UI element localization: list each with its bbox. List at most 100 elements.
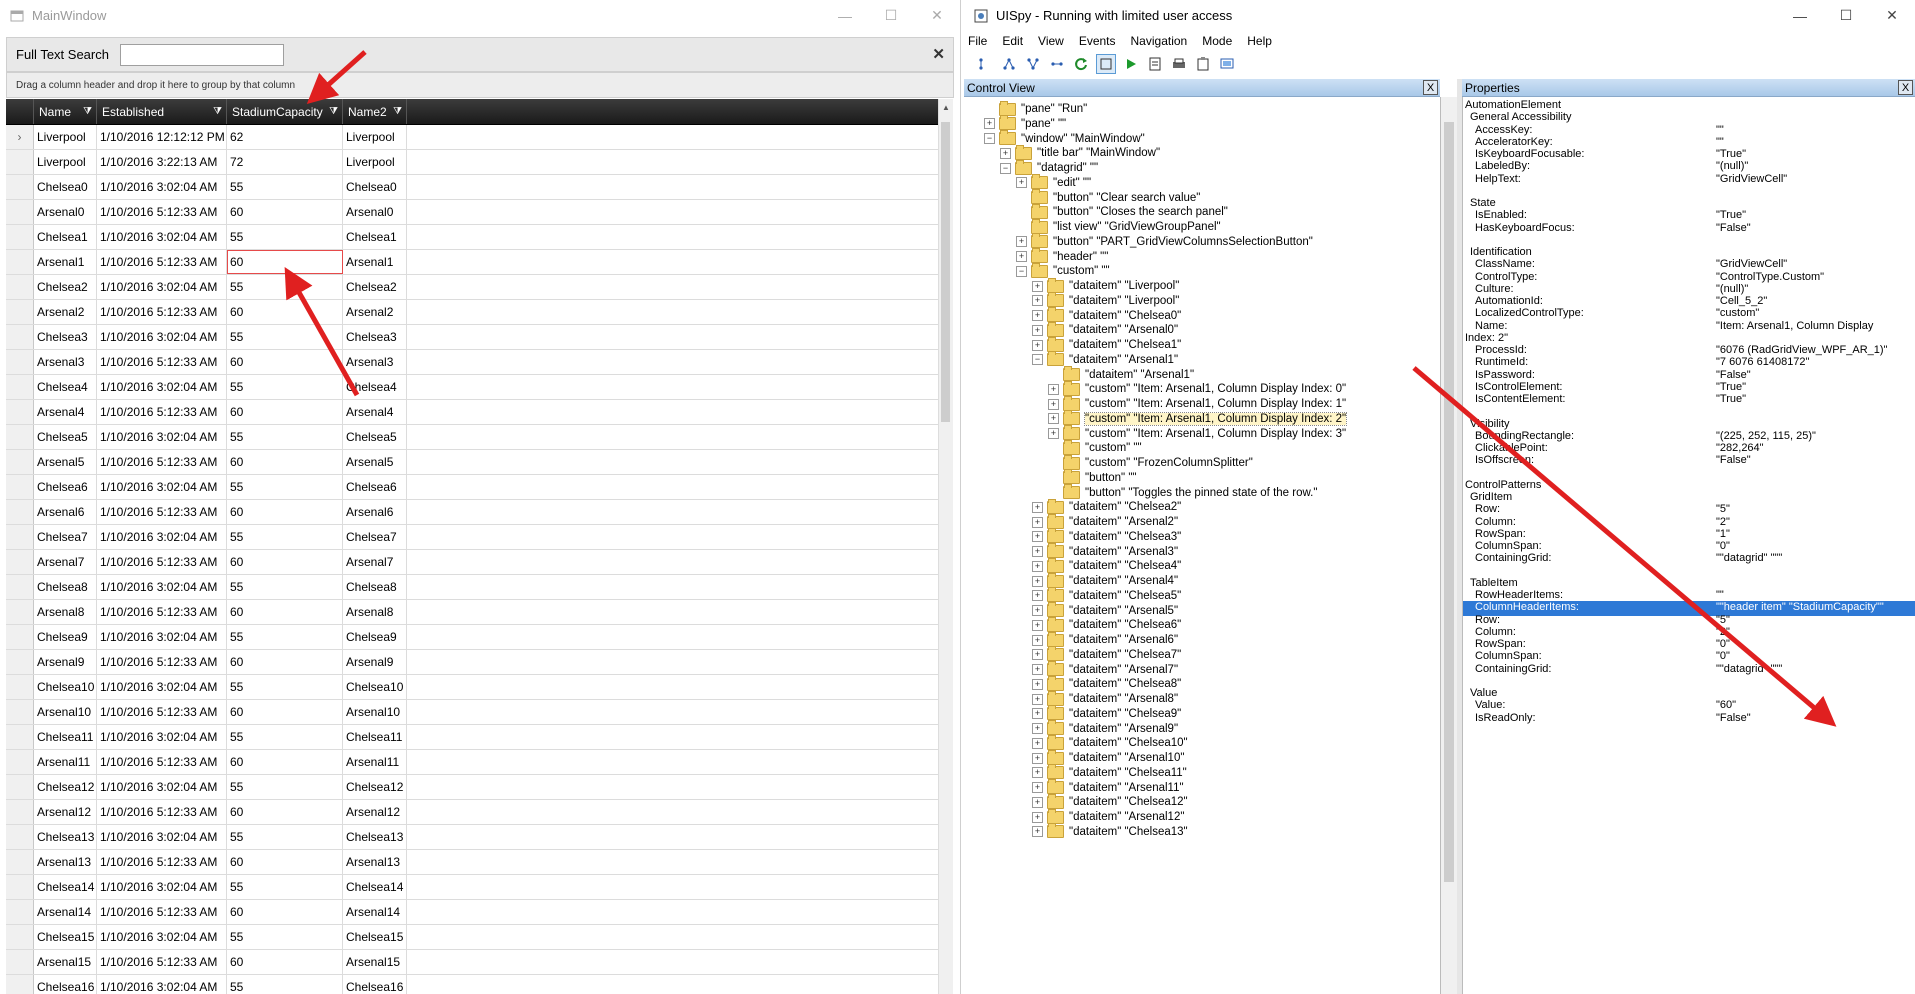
close-button[interactable]: ✕: [914, 0, 960, 31]
cell-stadiumcapacity[interactable]: 55: [227, 625, 343, 649]
properties-panel[interactable]: AutomationElement General Accessibility Ac…: [1462, 97, 1915, 994]
row-indicator[interactable]: [6, 650, 34, 674]
cell-established[interactable]: 1/10/2016 5:12:33 AM: [97, 650, 227, 674]
cell-stadiumcapacity[interactable]: 60: [227, 400, 343, 424]
tree-node-label[interactable]: "dataitem" "Chelsea3": [1069, 531, 1181, 543]
tree-node-label[interactable]: "edit" "": [1053, 177, 1091, 189]
cell-name2[interactable]: Arsenal5: [343, 450, 407, 474]
tree-node-label[interactable]: "custom" "Item: Arsenal1, Column Display…: [1083, 411, 1348, 426]
collapse-icon[interactable]: −: [1032, 354, 1043, 366]
table-row[interactable]: Chelsea12 1/10/2016 3:02:04 AM 55 Chelsea12: [6, 775, 938, 800]
cell-name2[interactable]: Chelsea3: [343, 325, 407, 349]
table-row[interactable]: Chelsea9 1/10/2016 3:02:04 AM 55 Chelsea9: [6, 625, 938, 650]
expand-icon[interactable]: +: [1032, 752, 1043, 764]
expand-icon[interactable]: +: [1032, 546, 1043, 557]
cell-established[interactable]: 1/10/2016 5:12:33 AM: [97, 750, 227, 774]
highlight-icon[interactable]: [1096, 53, 1116, 74]
expand-icon[interactable]: +: [1032, 310, 1043, 321]
cell-established[interactable]: 1/10/2016 3:02:04 AM: [97, 275, 227, 299]
table-row[interactable]: Chelsea8 1/10/2016 3:02:04 AM 55 Chelsea8: [6, 575, 938, 600]
expand-icon[interactable]: +: [1032, 560, 1043, 572]
row-indicator[interactable]: [6, 925, 34, 949]
tree-node-label[interactable]: "dataitem" "Chelsea11": [1069, 767, 1187, 779]
cell-name[interactable]: Arsenal5: [34, 450, 97, 474]
expand-icon[interactable]: +: [1032, 811, 1043, 823]
cell-name[interactable]: Chelsea13: [34, 825, 97, 849]
screenshot-icon[interactable]: [1218, 55, 1236, 73]
cell-established[interactable]: 1/10/2016 5:12:33 AM: [97, 850, 227, 874]
table-row[interactable]: Arsenal10 1/10/2016 5:12:33 AM 60 Arsenal10: [6, 700, 938, 725]
clipboard-icon[interactable]: [1194, 55, 1212, 73]
cell-name[interactable]: Arsenal14: [34, 900, 97, 924]
tree-node-label[interactable]: "custom" "FrozenColumnSplitter": [1085, 457, 1253, 469]
cell-stadiumcapacity[interactable]: 55: [227, 675, 343, 699]
cell-name2[interactable]: Liverpool: [343, 150, 407, 174]
tree-node-label[interactable]: "dataitem" "Arsenal1": [1069, 354, 1178, 366]
expand-icon[interactable]: +: [1000, 147, 1011, 159]
row-indicator[interactable]: [6, 400, 34, 424]
cell-name[interactable]: Chelsea8: [34, 575, 97, 599]
close-properties-button[interactable]: X: [1898, 80, 1913, 95]
tree-nodes-icon[interactable]: [1000, 55, 1018, 73]
tree-node-label[interactable]: "window" "MainWindow": [1021, 133, 1145, 145]
cell-name2[interactable]: Chelsea14: [343, 875, 407, 899]
table-row[interactable]: Arsenal11 1/10/2016 5:12:33 AM 60 Arsenal11: [6, 750, 938, 775]
cell-name[interactable]: Arsenal6: [34, 500, 97, 524]
expand-icon[interactable]: +: [1032, 501, 1043, 513]
row-indicator[interactable]: [6, 600, 34, 624]
cell-name[interactable]: Arsenal8: [34, 600, 97, 624]
expand-icon[interactable]: +: [1048, 383, 1059, 395]
expand-icon[interactable]: +: [1032, 826, 1043, 838]
row-indicator[interactable]: [6, 375, 34, 399]
minimize-button[interactable]: —: [822, 0, 868, 31]
tree-node-label[interactable]: "dataitem" "Liverpool": [1069, 280, 1179, 292]
table-row[interactable]: Chelsea0 1/10/2016 3:02:04 AM 55 Chelsea0: [6, 175, 938, 200]
row-indicator[interactable]: [6, 550, 34, 574]
menu-events[interactable]: Events: [1079, 34, 1116, 48]
menu-edit[interactable]: Edit: [1002, 34, 1023, 48]
table-row[interactable]: Chelsea1 1/10/2016 3:02:04 AM 55 Chelsea1: [6, 225, 938, 250]
cell-established[interactable]: 1/10/2016 5:12:33 AM: [97, 500, 227, 524]
cell-stadiumcapacity[interactable]: 55: [227, 225, 343, 249]
row-indicator[interactable]: ›: [6, 125, 34, 149]
row-indicator[interactable]: [6, 350, 34, 374]
cell-name[interactable]: Chelsea7: [34, 525, 97, 549]
play-icon[interactable]: [1122, 55, 1140, 73]
data-grid[interactable]: Name ⧩ Established ⧩ StadiumCapacity ⧩ Name…: [6, 99, 938, 994]
menu-file[interactable]: File: [968, 34, 987, 48]
expand-icon[interactable]: +: [1048, 398, 1059, 410]
menu-navigation[interactable]: Navigation: [1131, 34, 1188, 48]
cell-name[interactable]: Liverpool: [34, 125, 97, 149]
cell-established[interactable]: 1/10/2016 3:02:04 AM: [97, 825, 227, 849]
row-indicator[interactable]: [6, 500, 34, 524]
cell-stadiumcapacity[interactable]: 60: [227, 750, 343, 774]
expand-icon[interactable]: +: [1032, 664, 1043, 675]
tree-node-label[interactable]: "custom" "": [1053, 265, 1110, 277]
tree-node-label[interactable]: "dataitem" "Arsenal5": [1069, 605, 1178, 617]
row-indicator[interactable]: [6, 225, 34, 249]
cell-name2[interactable]: Arsenal2: [343, 300, 407, 324]
tree-node-label[interactable]: "dataitem" "Arsenal7": [1069, 664, 1178, 676]
cell-name[interactable]: Chelsea14: [34, 875, 97, 899]
cell-name2[interactable]: Arsenal1: [343, 250, 407, 274]
cell-stadiumcapacity[interactable]: 55: [227, 275, 343, 299]
refresh-icon[interactable]: [1072, 55, 1090, 73]
row-indicator[interactable]: [6, 425, 34, 449]
cell-name[interactable]: Chelsea2: [34, 275, 97, 299]
cell-stadiumcapacity[interactable]: 55: [227, 775, 343, 799]
cell-name[interactable]: Arsenal3: [34, 350, 97, 374]
cell-stadiumcapacity[interactable]: 55: [227, 875, 343, 899]
row-indicator[interactable]: [6, 575, 34, 599]
cell-stadiumcapacity[interactable]: 60: [227, 500, 343, 524]
cell-stadiumcapacity[interactable]: 60: [227, 950, 343, 974]
cell-stadiumcapacity[interactable]: 55: [227, 925, 343, 949]
row-indicator[interactable]: [6, 675, 34, 699]
cell-stadiumcapacity[interactable]: 60: [227, 450, 343, 474]
scrollbar-thumb[interactable]: [941, 122, 950, 422]
tree-node-label[interactable]: "button" "Toggles the pinned state of th…: [1085, 487, 1317, 499]
print-icon[interactable]: [1170, 55, 1188, 73]
expand-icon[interactable]: +: [1032, 723, 1043, 734]
expand-icon[interactable]: +: [1048, 428, 1059, 439]
expand-icon[interactable]: +: [1032, 324, 1043, 336]
cell-name2[interactable]: Arsenal7: [343, 550, 407, 574]
